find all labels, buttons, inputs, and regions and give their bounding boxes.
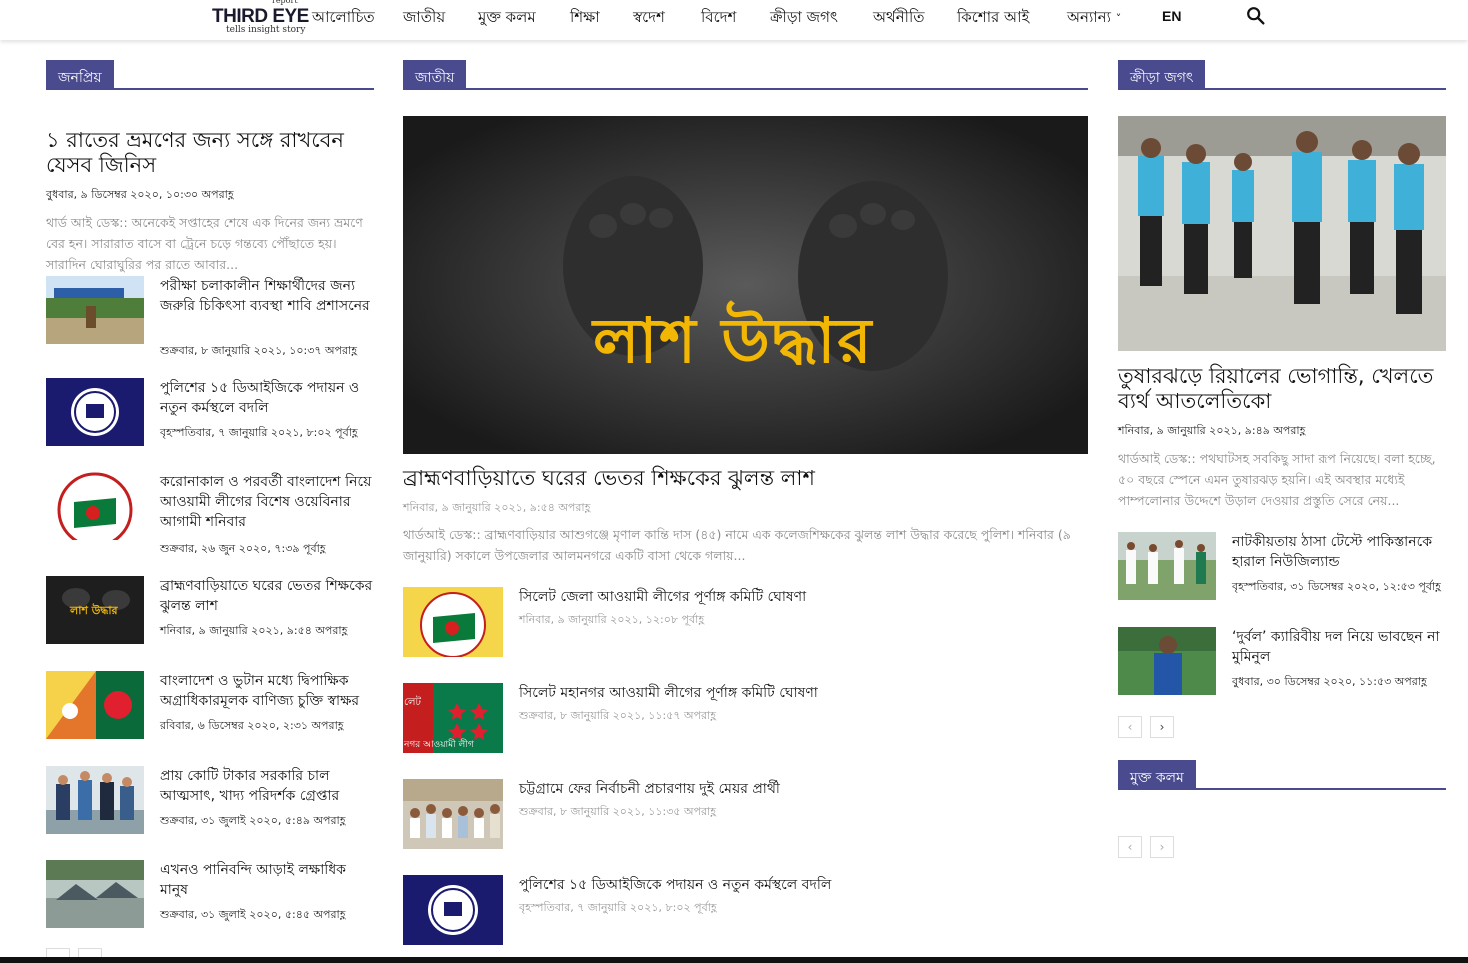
article-date: শুক্রবার, ৩১ জুলাই ২০২০, ৫:৪৫ অপরাহ্ণ (160, 908, 346, 921)
section-label-open-column[interactable]: মুক্ত কলম (1118, 760, 1196, 788)
nav-item-home-country[interactable]: স্বদেশ (633, 6, 665, 31)
nav-item-kishor-eye[interactable]: কিশোর আই (957, 6, 1029, 31)
article-title[interactable]: ব্রাহ্মণবাড়িয়াতে ঘরের ভেতর শিক্ষকের ঝু… (160, 576, 378, 616)
article-date: শুক্রবার, ৮ জানুয়ারি ২০২১, ১০:৩৭ অপরাহ্… (160, 344, 357, 357)
article-date: শুক্রবার, ৩১ জুলাই ২০২০, ৫:৪৯ অপরাহ্ণ (160, 814, 346, 827)
sports-hero-date: শনিবার, ৯ জানুয়ারি ২০২১, ৯:৪৯ অপরাহ্ণ (1118, 424, 1306, 437)
section-label-national[interactable]: জাতীয় (403, 60, 467, 88)
logo-tagline: tells insight story (226, 25, 306, 35)
list-item[interactable]: প্রায় কোটি টাকার সরকারি চাল আত্মসাৎ, খা… (46, 766, 376, 836)
featured-article-title[interactable]: ১ রাতের ভ্রমণের জন্য সঙ্গে রাখবেন যেসব জ… (46, 128, 376, 178)
article-thumbnail[interactable] (46, 472, 144, 540)
section-label-sports[interactable]: ক্রীড়া জগৎ (1118, 60, 1206, 88)
nav-item-others[interactable]: অন্যান্য ˅ (1067, 6, 1121, 31)
list-item[interactable]: চট্টগ্রামে ফের নির্বাচনী প্রচারণায় দুই … (403, 779, 1088, 849)
thumbnail-caption-bottom: নগর আওয়ামী লীগ (404, 740, 474, 750)
article-thumbnail[interactable] (403, 587, 503, 657)
article-title[interactable]: এখনও পানিবন্দি আড়াই লক্ষাধিক মানুষ (160, 860, 378, 900)
nav-item-sports[interactable]: ক্রীড়া জগৎ (770, 6, 838, 31)
article-title[interactable]: পুলিশের ১৫ ডিআইজিকে পদায়ন ও নতুন কর্মস্… (160, 378, 378, 418)
article-thumbnail[interactable] (1118, 532, 1216, 600)
list-item[interactable]: পরীক্ষা চলাকালীন শিক্ষার্থীদের জন্য জরুর… (46, 276, 378, 357)
article-date: শুক্রবার, ২৬ জুন ২০২০, ৭:৩৯ পূর্বাহ্ণ (160, 542, 326, 555)
article-title[interactable]: চট্টগ্রামে ফের নির্বাচনী প্রচারণায় দুই … (519, 779, 780, 799)
site-logo[interactable]: report THIRD EYE tells insight story (212, 0, 312, 38)
section-label-popular[interactable]: জনপ্রিয় (46, 60, 114, 88)
article-date: শুক্রবার, ৮ জানুয়ারি ২০২১, ১১:৩৫ অপরাহ্… (519, 805, 716, 818)
article-date: বৃহস্পতিবার, ৭ জানুয়ারি ২০২১, ৮:০২ পূর্… (519, 901, 717, 914)
list-item[interactable]: নাটকীয়তায় ঠাসা টেস্টে পাকিস্তানকে হারা… (1118, 532, 1448, 602)
article-thumbnail[interactable]: লাশ উদ্ধার (46, 576, 144, 644)
section-header-popular: জনপ্রিয় (46, 60, 374, 90)
sports-hero-image[interactable] (1118, 116, 1446, 351)
nav-item-aloched[interactable]: আলোচিত (312, 6, 375, 31)
article-date: বুধবার, ৩০ ডিসেম্বর ২০২০, ১১:৫৩ অপরাহ্ণ (1232, 675, 1427, 688)
nav-item-education[interactable]: শিক্ষা (570, 6, 600, 31)
article-date: বৃহস্পতিবার, ৩১ ডিসেম্বর ২০২০, ১২:৫৩ পূর… (1232, 580, 1441, 593)
logo-report-text: report (272, 0, 298, 5)
featured-article-excerpt: থার্ড আই ডেস্ক:: অনেকেই সপ্তাহের শেষে এক… (46, 215, 363, 272)
list-item[interactable]: করোনাকাল ও পরবর্তী বাংলাদেশ নিয়ে আওয়াম… (46, 472, 378, 555)
list-item[interactable]: বাংলাদেশ ও ভুটান মধ্যে দ্বিপাক্ষিক অগ্রা… (46, 671, 376, 741)
article-date: বৃহস্পতিবার, ৭ জানুয়ারি ২০২১, ৮:০২ পূর্… (160, 426, 358, 439)
article-title[interactable]: করোনাকাল ও পরবর্তী বাংলাদেশ নিয়ে আওয়াম… (160, 472, 378, 532)
article-date: রবিবার, ৬ ডিসেম্বর ২০২০, ২:৩১ অপরাহ্ণ (160, 719, 344, 732)
sports-hero-excerpt: থার্ডআই ডেস্ক:: পথঘাটসহ সবকিছু সাদা রূপ … (1118, 451, 1436, 508)
article-thumbnail[interactable] (46, 671, 144, 739)
hero-article-title[interactable]: ব্রাহ্মণবাড়িয়াতে ঘরের ভেতর শিক্ষকের ঝু… (403, 465, 1088, 491)
article-title[interactable]: সিলেট মহানগর আওয়ামী লীগের পূর্ণাঙ্গ কমি… (519, 683, 818, 703)
article-thumbnail[interactable] (46, 860, 144, 928)
article-thumbnail[interactable] (46, 276, 144, 344)
hero-image-caption: লাশ উদ্ধার (593, 304, 874, 377)
chevron-down-icon: ˅ (1115, 12, 1122, 25)
list-item[interactable]: লেট নগর আওয়ামী লীগ সিলেট মহানগর আওয়ামী… (403, 683, 1088, 753)
nav-item-abroad[interactable]: বিদেশ (701, 6, 736, 31)
next-page-button[interactable]: › (1150, 836, 1174, 858)
article-thumbnail[interactable] (46, 378, 144, 446)
top-navigation: report THIRD EYE tells insight story আলো… (0, 0, 1468, 40)
article-date: শনিবার, ৯ জানুয়ারি ২০২১, ১২:০৮ পূর্বাহ্… (519, 613, 705, 626)
bottom-bar (0, 957, 1468, 963)
featured-article-date: বুধবার, ৯ ডিসেম্বর ২০২০, ১০:৩০ অপরাহ্ণ (46, 188, 234, 201)
hero-article-date: শনিবার, ৯ জানুয়ারি ২০২১, ৯:৫৪ অপরাহ্ণ (403, 501, 591, 514)
nav-item-others-label: অন্যান্য (1067, 8, 1111, 26)
article-title[interactable]: নাটকীয়তায় ঠাসা টেস্টে পাকিস্তানকে হারা… (1232, 532, 1448, 572)
article-title[interactable]: পুলিশের ১৫ ডিআইজিকে পদায়ন ও নতুন কর্মস্… (519, 875, 831, 895)
list-item[interactable]: সিলেট জেলা আওয়ামী লীগের পূর্ণাঙ্গ কমিটি… (403, 587, 1088, 657)
search-icon[interactable] (1245, 5, 1267, 27)
nav-item-open-column[interactable]: মুক্ত কলম (478, 6, 536, 31)
list-item[interactable]: ‘দুর্বল’ ক্যারিবীয় দল নিয়ে ভাবছেন না ম… (1118, 627, 1448, 697)
article-thumbnail[interactable] (403, 875, 503, 945)
article-title[interactable]: বাংলাদেশ ও ভুটান মধ্যে দ্বিপাক্ষিক অগ্রা… (160, 671, 378, 711)
article-date: শুক্রবার, ৮ জানুয়ারি ২০২১, ১১:৫৭ অপরাহ্… (519, 709, 716, 722)
list-item[interactable]: পুলিশের ১৫ ডিআইজিকে পদায়ন ও নতুন কর্মস্… (46, 378, 376, 448)
article-date: শনিবার, ৯ জানুয়ারি ২০২১, ৯:৫৪ অপরাহ্ণ (160, 624, 348, 637)
list-item[interactable]: লাশ উদ্ধার ব্রাহ্মণবাড়িয়াতে ঘরের ভেতর … (46, 576, 376, 646)
hero-image[interactable]: লাশ উদ্ধার (403, 116, 1088, 454)
article-title[interactable]: প্রায় কোটি টাকার সরকারি চাল আত্মসাৎ, খা… (160, 766, 378, 806)
nav-item-economy[interactable]: অর্থনীতি (873, 6, 925, 31)
section-header-national: জাতীয় (403, 60, 1088, 90)
article-thumbnail[interactable] (1118, 627, 1216, 695)
thumbnail-caption: লাশ উদ্ধার (70, 604, 118, 617)
article-thumbnail[interactable]: লেট নগর আওয়ামী লীগ (403, 683, 503, 753)
section-header-sports: ক্রীড়া জগৎ (1118, 60, 1446, 90)
sports-hero-title[interactable]: তুষারঝড়ে রিয়ালের ভোগান্তি, খেলতে ব্যর্… (1118, 364, 1448, 414)
hero-article-excerpt: থার্ডআই ডেস্ক:: ব্রাহ্মণবাড়িয়ার আশুগঞ্… (403, 527, 1071, 563)
section-header-open-column: মুক্ত কলম (1118, 760, 1446, 790)
nav-item-national[interactable]: জাতীয় (403, 6, 445, 31)
next-page-button[interactable]: › (1150, 716, 1174, 738)
prev-page-button[interactable]: ‹ (1118, 836, 1142, 858)
list-item[interactable]: পুলিশের ১৫ ডিআইজিকে পদায়ন ও নতুন কর্মস্… (403, 875, 1088, 945)
nav-item-english[interactable]: EN (1162, 8, 1181, 24)
article-title[interactable]: সিলেট জেলা আওয়ামী লীগের পূর্ণাঙ্গ কমিটি… (519, 587, 806, 607)
article-thumbnail[interactable] (403, 779, 503, 849)
list-item[interactable]: এখনও পানিবন্দি আড়াই লক্ষাধিক মানুষ শুক্… (46, 860, 376, 930)
thumbnail-caption-top: লেট (404, 697, 421, 708)
prev-page-button[interactable]: ‹ (1118, 716, 1142, 738)
article-title[interactable]: ‘দুর্বল’ ক্যারিবীয় দল নিয়ে ভাবছেন না ম… (1232, 627, 1448, 667)
article-title[interactable]: পরীক্ষা চলাকালীন শিক্ষার্থীদের জন্য জরুর… (160, 276, 378, 316)
article-thumbnail[interactable] (46, 766, 144, 834)
